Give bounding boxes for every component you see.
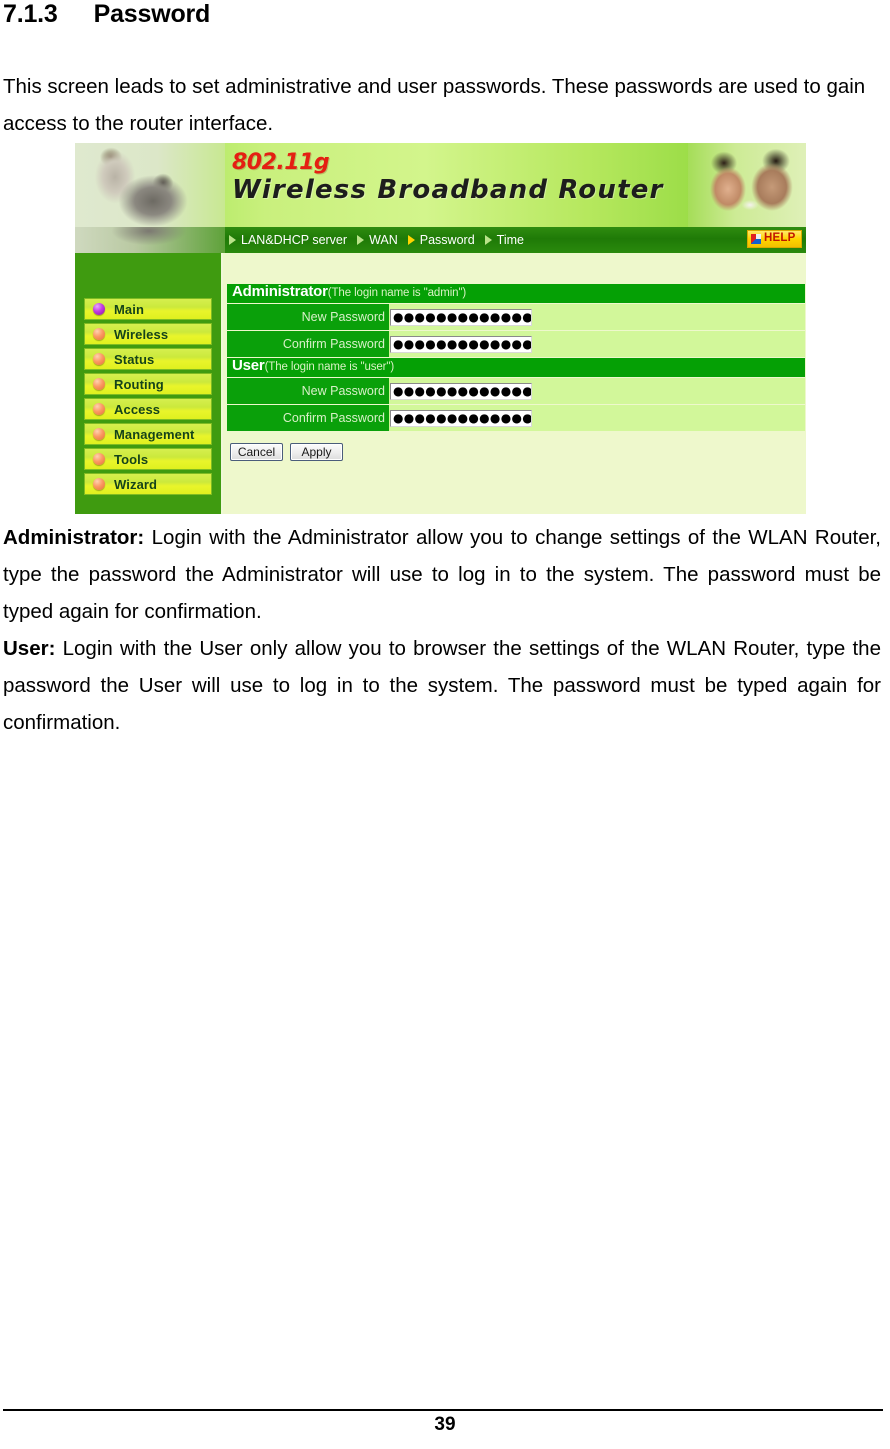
user-section-header: User (The login name is "user"): [227, 358, 805, 378]
user-description-text: Login with the User only allow you to br…: [3, 637, 881, 734]
cancel-button[interactable]: Cancel: [230, 443, 283, 461]
password-form: Administrator (The login name is "admin"…: [227, 284, 805, 461]
form-button-row: Cancel Apply: [227, 443, 805, 461]
user-section-note: (The login name is "user"): [264, 361, 395, 373]
sidebar-item-label: Access: [114, 401, 161, 417]
nav-item-label: WAN: [369, 233, 398, 247]
bullet-icon: [93, 403, 105, 415]
chevron-right-icon-active: [407, 235, 415, 245]
administrator-section-note: (The login name is "admin"): [327, 287, 467, 299]
navbar-photo-overlap: [75, 227, 225, 253]
sidebar-item-tools[interactable]: Tools: [84, 448, 212, 470]
ui-banner: 802.11g Wireless Broadband Router: [75, 143, 806, 227]
sidebar-item-label: Management: [114, 426, 195, 442]
sidebar-item-wizard[interactable]: Wizard: [84, 473, 212, 495]
admin-new-password-input[interactable]: ●●●●●●●●●●●●●●●●●: [390, 308, 532, 326]
admin-new-password-field-cell: ●●●●●●●●●●●●●●●●●: [389, 304, 805, 330]
explanation-block: Administrator: Login with the Administra…: [3, 519, 881, 741]
sidebar-item-label: Wizard: [114, 476, 158, 492]
user-new-password-row: New Password ●●●●●●●●●●●●●●●●●: [227, 378, 805, 404]
sidebar-item-status[interactable]: Status: [84, 348, 212, 370]
ui-sidebar: Main Wireless Status Routing Access Mana…: [75, 253, 223, 514]
help-button[interactable]: HELP: [747, 230, 802, 248]
footer-divider: [3, 1409, 883, 1411]
chevron-right-icon: [229, 235, 236, 245]
user-new-password-field-cell: ●●●●●●●●●●●●●●●●●: [389, 378, 805, 404]
bullet-icon: [93, 353, 105, 365]
user-section-title: User: [232, 357, 265, 374]
logo-product-text: Wireless Broadband Router: [232, 175, 664, 205]
logo-standard-text: 802.11g: [232, 150, 330, 175]
user-new-password-input[interactable]: ●●●●●●●●●●●●●●●●●: [390, 382, 532, 400]
user-confirm-password-field-cell: ●●●●●●●●●●●●●●●●●: [389, 405, 805, 431]
sidebar-item-management[interactable]: Management: [84, 423, 212, 445]
user-confirm-password-label: Confirm Password: [227, 405, 389, 431]
sidebar-item-label: Wireless: [114, 326, 169, 342]
user-description-paragraph: User: Login with the User only allow you…: [3, 630, 881, 741]
nav-item-label: LAN&DHCP server: [241, 233, 348, 247]
router-ui-screenshot: 802.11g Wireless Broadband Router LAN&DH…: [75, 143, 806, 514]
ui-content-area: Administrator (The login name is "admin"…: [225, 253, 806, 514]
admin-confirm-password-label: Confirm Password: [227, 331, 389, 357]
page-title: 7.1.3 Password: [3, 0, 210, 29]
chevron-right-icon: [484, 235, 492, 245]
ui-body: Main Wireless Status Routing Access Mana…: [75, 253, 806, 514]
nav-item-password[interactable]: Password: [406, 233, 483, 247]
user-new-password-label: New Password: [227, 378, 389, 404]
apply-button[interactable]: Apply: [290, 443, 343, 461]
administrator-term: Administrator:: [3, 526, 145, 549]
page-number: 39: [434, 1414, 456, 1435]
user-confirm-password-row: Confirm Password ●●●●●●●●●●●●●●●●●: [227, 405, 805, 431]
sidebar-item-main[interactable]: Main: [84, 298, 212, 320]
bullet-icon: [93, 428, 105, 440]
bullet-icon: [93, 328, 105, 340]
admin-new-password-row: New Password ●●●●●●●●●●●●●●●●●: [227, 304, 805, 330]
ui-navbar: LAN&DHCP server WAN Password Time HELP: [75, 227, 806, 253]
banner-photo-couple-right-image: [688, 143, 806, 227]
bullet-icon: [93, 453, 105, 465]
banner-title-block: 802.11g Wireless Broadband Router: [232, 150, 672, 206]
sidebar-item-label: Main: [114, 301, 145, 317]
administrator-section-title: Administrator: [232, 283, 328, 300]
sidebar-item-wireless[interactable]: Wireless: [84, 323, 212, 345]
chevron-right-icon: [357, 235, 365, 245]
admin-confirm-password-field-cell: ●●●●●●●●●●●●●●●●●: [389, 331, 805, 357]
administrator-section-header: Administrator (The login name is "admin"…: [227, 284, 805, 304]
navbar-items: LAN&DHCP server WAN Password Time: [227, 227, 532, 253]
help-icon: [751, 234, 761, 244]
bullet-icon: [93, 378, 105, 390]
sidebar-item-routing[interactable]: Routing: [84, 373, 212, 395]
sidebar-item-label: Routing: [114, 376, 164, 392]
nav-item-lan-dhcp-server[interactable]: LAN&DHCP server: [227, 233, 355, 247]
administrator-description-paragraph: Administrator: Login with the Administra…: [3, 519, 881, 630]
document-page: 7.1.3 Password This screen leads to set a…: [0, 0, 890, 1449]
heading-number: 7.1.3: [3, 0, 58, 28]
heading-title: Password: [93, 0, 211, 28]
sidebar-item-label: Tools: [114, 451, 149, 467]
help-button-label: HELP: [764, 232, 796, 245]
admin-new-password-label: New Password: [227, 304, 389, 330]
intro-paragraph: This screen leads to set administrative …: [3, 75, 866, 135]
nav-item-label: Time: [496, 233, 524, 247]
sidebar-item-access[interactable]: Access: [84, 398, 212, 420]
bullet-icon: [93, 303, 105, 315]
nav-item-wan[interactable]: WAN: [355, 233, 406, 247]
nav-item-label: Password: [419, 233, 475, 247]
nav-item-time[interactable]: Time: [483, 233, 532, 247]
bullet-icon: [93, 478, 105, 490]
admin-confirm-password-input[interactable]: ●●●●●●●●●●●●●●●●●: [390, 335, 532, 353]
admin-confirm-password-row: Confirm Password ●●●●●●●●●●●●●●●●●: [227, 331, 805, 357]
sidebar-item-label: Status: [114, 351, 155, 367]
banner-photo-people-left-image: [75, 143, 225, 227]
user-confirm-password-input[interactable]: ●●●●●●●●●●●●●●●●●: [390, 409, 532, 427]
user-term: User:: [3, 637, 56, 660]
